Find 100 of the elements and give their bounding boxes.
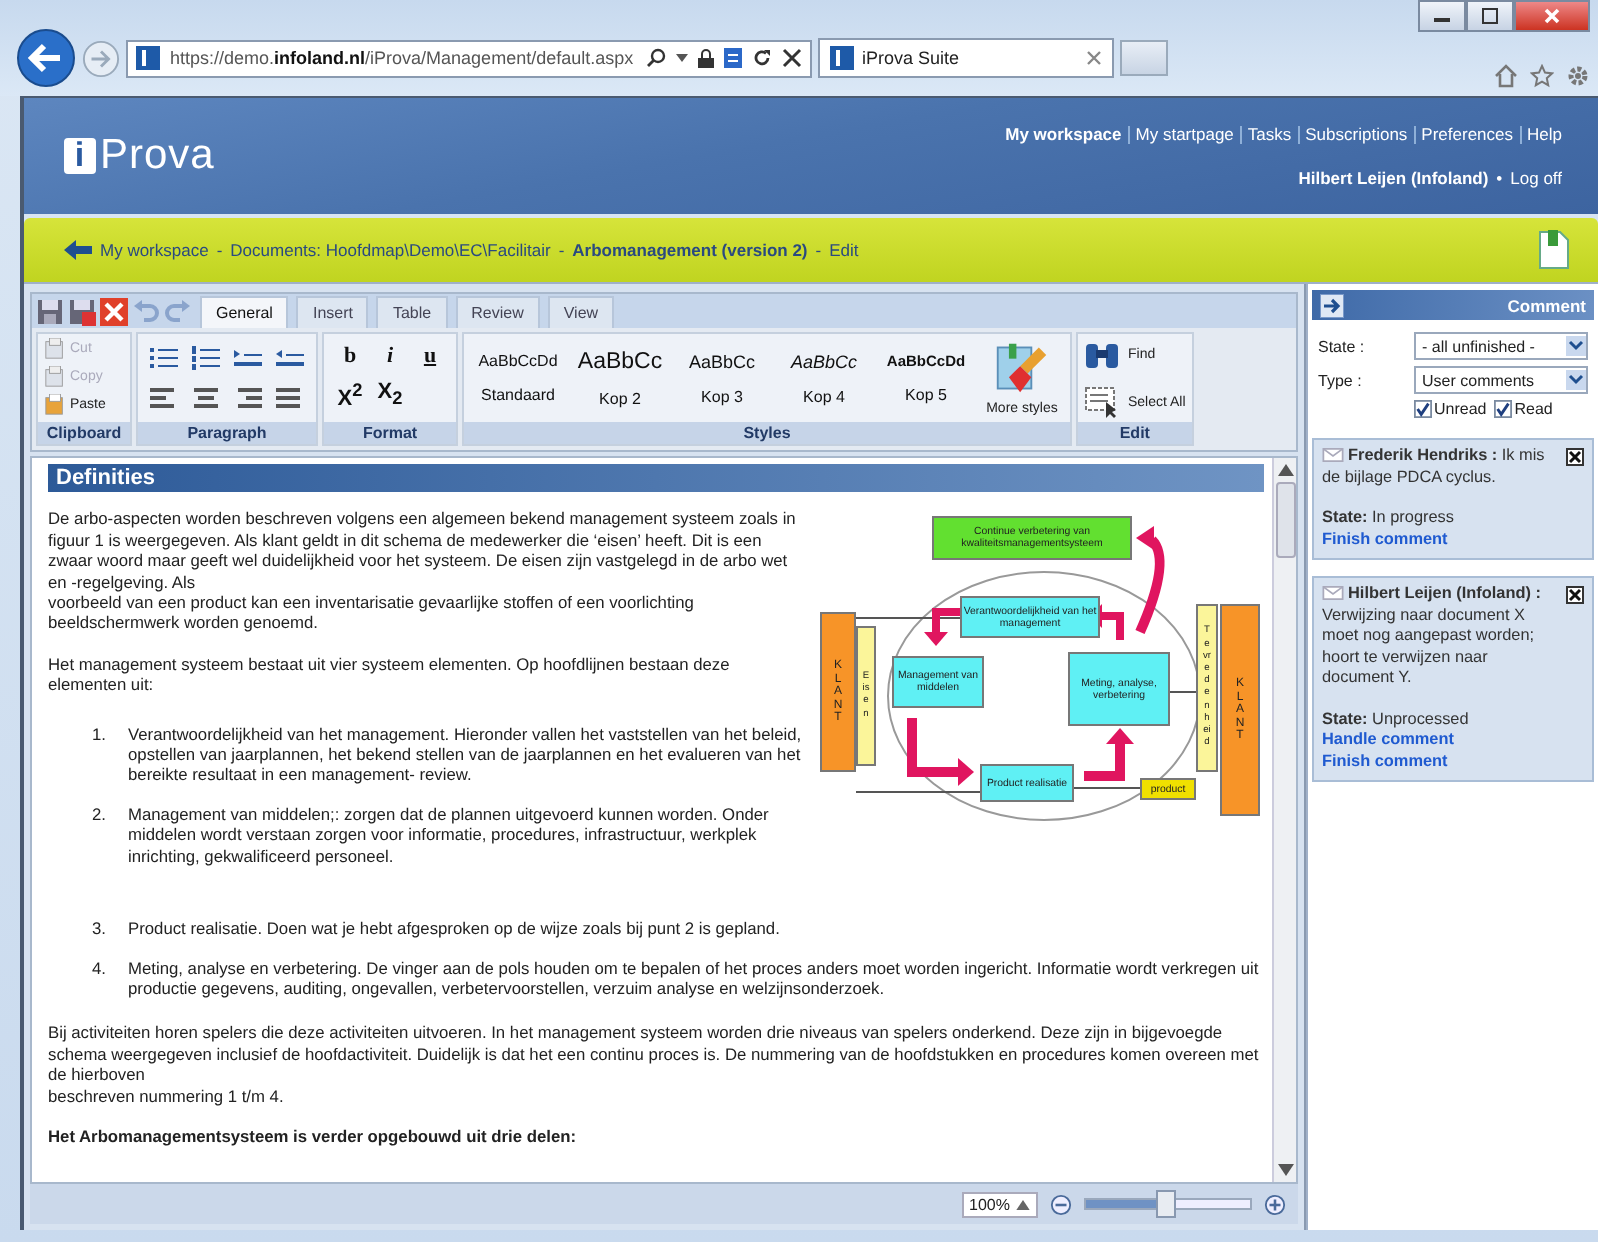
settings-icon[interactable] (1566, 64, 1590, 88)
align-left-icon[interactable] (150, 386, 178, 410)
ribbon-tab[interactable]: Review (455, 296, 540, 328)
group-title: Paragraph (138, 422, 316, 444)
nav-link[interactable]: Tasks (1247, 124, 1292, 144)
checkbox-icon[interactable] (1494, 400, 1513, 418)
dropdown-caret-icon[interactable] (1566, 336, 1586, 356)
search-icon[interactable] (646, 48, 666, 68)
spin-up-icon[interactable] (1016, 1199, 1030, 1209)
comment-action-link[interactable]: Finish comment (1322, 529, 1584, 550)
group-title: Format (324, 422, 456, 444)
checkbox-icon[interactable] (1414, 400, 1432, 418)
style-button[interactable]: AaBbCcDd Standaard (470, 352, 566, 404)
close-icon[interactable] (1566, 448, 1584, 466)
list-item-text: Management van middelen;: zorgen dat de plannen uitgevoerd kunnen worden. Onder middelen wordt verstaan zorgen voor informatie, procedures, infrastructuur, werkplek inrichting, gekwalificeerd personeel. (128, 803, 771, 867)
style-button[interactable]: AaBbCc Kop 4 (776, 351, 872, 405)
zoom-out-icon[interactable] (1050, 1193, 1072, 1215)
format-button[interactable]: X$^{2}$ (334, 380, 366, 412)
align-center-icon[interactable] (192, 386, 220, 410)
scroll-down-icon[interactable] (1277, 1164, 1293, 1176)
close-icon[interactable] (782, 48, 802, 68)
numbered-list-icon[interactable] (192, 346, 220, 370)
site-icon (136, 46, 160, 70)
dropdown-caret-icon[interactable] (1566, 370, 1586, 390)
section-heading: Definities (48, 464, 1264, 493)
breadcrumb-link[interactable]: Documents: Hoofdmap\Demo\EC\Facilitair (230, 240, 551, 260)
nav-link[interactable]: Help (1527, 124, 1562, 144)
home-icon[interactable] (1494, 64, 1518, 88)
ribbon-tab[interactable]: Insert (296, 296, 369, 328)
format-button[interactable]: u (414, 344, 446, 369)
address-bar[interactable]: https://demo.infoland.nl/iProva/Management/default.aspx (126, 39, 812, 77)
nav-link[interactable]: My startpage (1135, 124, 1234, 144)
indent-icon[interactable] (234, 346, 262, 370)
comment-text: Hilbert Leijen (Infoland) : Verwijzing naar document X moet nog aangepast worden; hoort te verwijzen naar document Y. (1322, 584, 1543, 689)
paragraph: De arbo-aspecten worden beschreven volgens een algemeen bekend management systeem zoals in figuur 1 is weergegeven. Als klant geldt in dit schema de medewerker die ‘eisen’ heeft. Dit is een zwaar woord maar geeft wel duidelijkheid voor het systeem. De eisen zijn vastgelegd in de arbo wet en -regelgeving. Als voorbeeld van een product kan een inventarisatie gevaarlijke stoffen of een voorlichting beeldschermwerk worden genoemd. (48, 508, 798, 634)
save-icon[interactable] (36, 297, 64, 325)
scrollbar[interactable] (1272, 458, 1296, 1182)
format-button[interactable]: X$_{2}$ (374, 380, 406, 412)
justify-icon[interactable] (276, 386, 304, 410)
lock-icon[interactable] (698, 48, 714, 68)
logo: i Prova (64, 132, 215, 180)
zoom-field[interactable]: 100% (961, 1191, 1038, 1217)
filter-checkbox[interactable]: Unread (1414, 400, 1487, 418)
ribbon-tab[interactable]: View (547, 296, 615, 328)
collapse-arrow-icon[interactable] (1320, 293, 1344, 317)
ribbon-tab[interactable]: Table (376, 296, 448, 328)
close-button[interactable] (1514, 0, 1590, 32)
breadcrumb-separator: - (815, 240, 822, 260)
log-off-link[interactable]: Log off (1510, 168, 1562, 188)
breadcrumb-link[interactable]: Edit (829, 240, 859, 260)
breadcrumb-link[interactable]: Arbomanagement (version 2) (572, 240, 808, 260)
comment-state: State: Unprocessed (1322, 709, 1471, 730)
breadcrumb-link[interactable]: My workspace (100, 240, 209, 260)
minimize-button[interactable] (1418, 0, 1466, 32)
maximize-icon (1482, 8, 1498, 24)
filter-label: Type : (1318, 371, 1364, 389)
bent-arrow (924, 608, 962, 647)
comment-action-link[interactable]: Handle comment (1322, 730, 1584, 751)
clipboard-icon (44, 366, 66, 388)
close-icon (1544, 8, 1560, 24)
document-icon[interactable] (1538, 230, 1570, 270)
nav-link[interactable]: My workspace (1005, 124, 1122, 144)
close-icon[interactable] (1566, 586, 1584, 604)
bullet-list-icon[interactable] (150, 346, 178, 370)
clipboard-icon (44, 394, 66, 416)
outdent-icon[interactable] (276, 346, 304, 370)
paragraph: Het Arbomanagementsysteem is verder opgebouwd uit drie delen: (48, 1125, 579, 1147)
maximize-button[interactable] (1466, 0, 1514, 32)
separator-dot: • (1496, 168, 1503, 188)
scroll-thumb[interactable] (1275, 482, 1295, 558)
nav-link[interactable]: Preferences (1421, 124, 1514, 144)
star-icon[interactable] (1530, 64, 1554, 88)
style-button[interactable]: AaBbCc Kop 3 (674, 351, 770, 405)
format-button[interactable]: b (334, 344, 366, 369)
select-all-icon (1084, 386, 1120, 418)
breadcrumb-separator: - (558, 240, 565, 260)
ribbon-tab[interactable]: General (200, 296, 289, 328)
page-icon[interactable] (724, 48, 742, 68)
format-button[interactable]: i (374, 344, 406, 369)
filter-checkbox[interactable]: Read (1494, 400, 1553, 418)
dropdown-caret-icon[interactable] (676, 54, 688, 62)
zoom-in-icon[interactable] (1264, 1193, 1286, 1215)
filter-dropdown[interactable]: User comments (1414, 366, 1588, 394)
save-and-close-icon[interactable] (68, 297, 96, 325)
refresh-icon[interactable] (752, 48, 772, 68)
align-right-icon[interactable] (234, 386, 262, 410)
bent-arrow (1084, 728, 1134, 782)
filter-dropdown[interactable]: - all unfinished - (1414, 332, 1588, 360)
back-arrow-icon[interactable] (64, 240, 92, 260)
envelope-icon (1322, 448, 1344, 463)
scroll-up-icon[interactable] (1277, 464, 1293, 476)
back-icon[interactable] (16, 28, 76, 88)
curved-arrow (1135, 526, 1165, 635)
comment-action-link[interactable]: Finish comment (1322, 751, 1584, 772)
breadcrumb-separator: - (216, 240, 223, 260)
filter-label: State : (1318, 337, 1367, 355)
style-button[interactable]: AaBbCc Kop 2 (572, 349, 668, 407)
browser-tab[interactable]: iProva Suite (818, 38, 1114, 78)
bent-arrow (907, 718, 974, 787)
nav-link[interactable]: Subscriptions (1305, 124, 1408, 144)
